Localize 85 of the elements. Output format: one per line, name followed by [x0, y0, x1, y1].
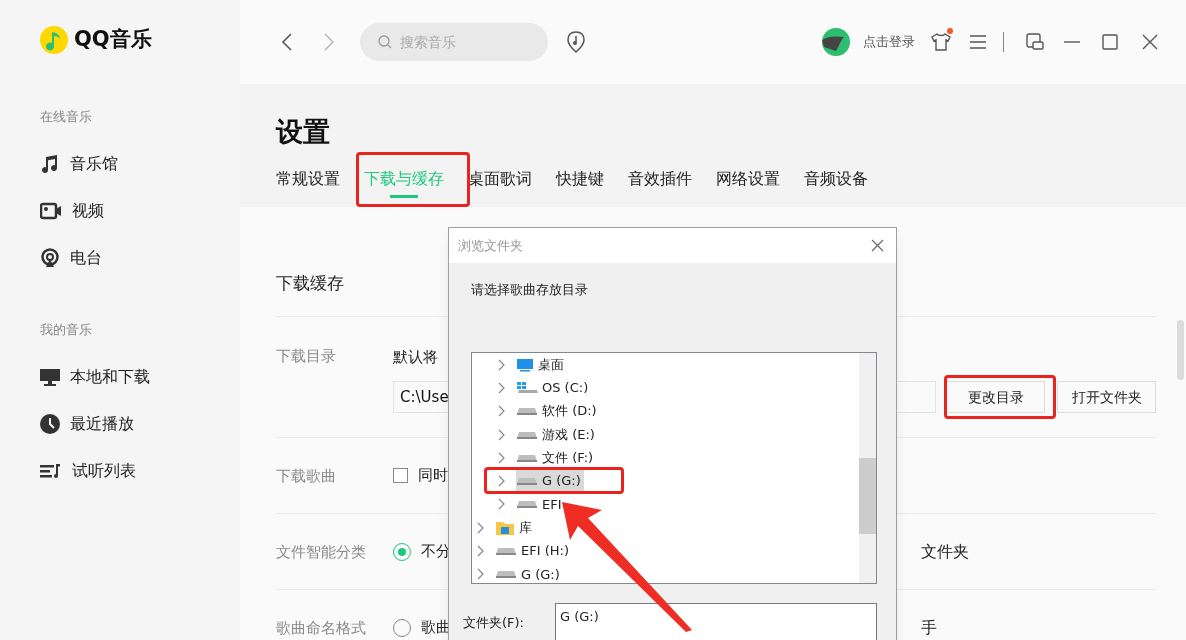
drive-icon	[495, 569, 517, 580]
expand-chevron[interactable]	[477, 545, 485, 557]
windows-drive-icon	[516, 380, 538, 395]
search-icon	[378, 35, 392, 49]
library-folder-icon	[495, 519, 515, 536]
tree-item[interactable]: 库	[495, 516, 535, 539]
section-label: 在线音乐	[39, 108, 93, 126]
setting-label: 下载目录	[276, 346, 337, 367]
scrollbar-thumb[interactable]	[1177, 320, 1184, 380]
maximize-icon[interactable]	[1102, 34, 1118, 50]
tree-item[interactable]: 软件 (D:)	[516, 400, 600, 423]
menu-icon[interactable]	[969, 34, 987, 50]
sidebar-item[interactable]: 试听列表	[0, 447, 200, 494]
section-label: 我的音乐	[39, 320, 93, 339]
desktop-icon	[516, 357, 534, 372]
sidebar-item[interactable]: 本地和下载	[0, 353, 200, 400]
sidebar-item[interactable]: 电台	[0, 234, 200, 282]
expand-chevron[interactable]	[498, 358, 506, 371]
tree-item[interactable]: EFI (H:)	[495, 540, 572, 562]
close-icon[interactable]	[871, 239, 884, 252]
expand-chevron[interactable]	[498, 475, 506, 488]
dialog-title: 浏览文件夹	[458, 236, 523, 255]
expand-chevron[interactable]	[498, 498, 506, 511]
app-name: QQ音乐	[74, 26, 152, 54]
setting-label: 歌曲命名格式	[276, 618, 367, 639]
section-title: 下载缓存	[276, 273, 344, 293]
radio-tower-icon	[40, 248, 60, 268]
expand-chevron[interactable]	[498, 451, 506, 464]
folder-button[interactable]: 更改目录	[946, 381, 1045, 413]
option-text: 文件夹	[921, 540, 969, 563]
radio-option[interactable]: 不分	[393, 540, 451, 563]
drive-icon	[516, 406, 538, 417]
shirt-icon	[931, 32, 951, 52]
expand-chevron[interactable]	[477, 568, 485, 581]
drive-icon	[516, 476, 538, 487]
close-icon[interactable]	[1142, 34, 1158, 50]
expand-chevron[interactable]	[477, 521, 485, 534]
sidebar-item[interactable]: 视频	[0, 187, 200, 235]
sidebar-item[interactable]: 音乐馆	[0, 140, 200, 188]
avatar-icon[interactable]	[821, 27, 851, 57]
checkbox-option[interactable]: 同时	[393, 464, 448, 487]
expand-chevron[interactable]	[498, 428, 506, 441]
folder-button[interactable]: 打开文件夹	[1057, 381, 1156, 413]
option-text: 手	[921, 616, 937, 639]
folder-field[interactable]: G (G:)	[555, 603, 877, 640]
settings-tab[interactable]: 音效插件	[628, 160, 692, 198]
settings-tab[interactable]: 常规设置	[276, 160, 340, 198]
mini-mode-icon[interactable]	[1026, 33, 1044, 51]
tree-item[interactable]: 游戏 (E:)	[516, 423, 598, 446]
login-link[interactable]: 点击登录	[863, 32, 915, 52]
drive-icon	[516, 452, 538, 463]
tree-item[interactable]: OS (C:)	[516, 376, 592, 399]
sidebar-item[interactable]: 最近播放	[0, 400, 200, 447]
search-field[interactable]: 搜索音乐	[360, 23, 548, 61]
field-label: 文件夹(F):	[463, 614, 525, 632]
monitor-icon	[40, 366, 60, 387]
drive-icon	[516, 499, 538, 510]
tree-item[interactable]: 文件 (F:)	[516, 446, 597, 469]
music-pin-icon[interactable]	[566, 31, 586, 53]
page-title: 设置	[276, 115, 331, 149]
back-button[interactable]	[280, 33, 294, 51]
settings-tab[interactable]: 网络设置	[716, 160, 780, 198]
settings-tab[interactable]: 音频设备	[804, 160, 868, 198]
setting-description: 默认将	[393, 348, 438, 366]
tree-item[interactable]: G (G:)	[516, 470, 584, 493]
settings-tab[interactable]: 快捷键	[556, 160, 604, 198]
drive-icon	[495, 546, 517, 556]
scrollbar-thumb[interactable]	[859, 458, 876, 534]
dialog-prompt: 请选择歌曲存放目录	[470, 281, 589, 299]
video-camera-icon	[40, 201, 62, 221]
drive-icon	[516, 429, 538, 440]
setting-label: 文件智能分类	[276, 542, 367, 563]
scrollbar[interactable]	[859, 353, 876, 583]
setting-label: 下载歌曲	[276, 466, 337, 487]
music-note-icon	[40, 154, 60, 174]
tree-item[interactable]: EFI	[516, 493, 565, 516]
folder-tree[interactable]: 桌面 OS (C:) 软件 (D:) 游戏 (E:) 文件 (F:) G (G:) EFI 库 EFI (H:) G (G:)	[471, 352, 877, 584]
expand-chevron[interactable]	[498, 405, 506, 418]
tree-item[interactable]: 桌面	[516, 353, 567, 376]
settings-tab[interactable]: 桌面歌词	[468, 160, 532, 198]
minimize-icon[interactable]	[1064, 40, 1080, 44]
clock-icon	[40, 413, 60, 434]
expand-chevron[interactable]	[498, 381, 506, 394]
logo-icon	[40, 26, 68, 54]
tree-item[interactable]: G (G:)	[495, 563, 563, 583]
